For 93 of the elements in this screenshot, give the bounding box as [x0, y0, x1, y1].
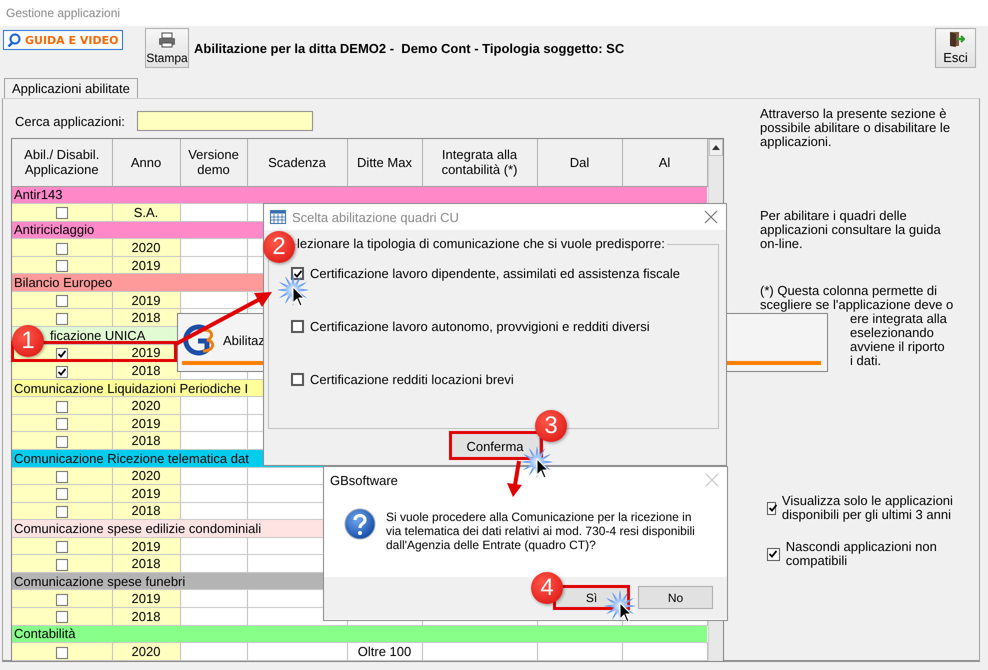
- table-cell: 2020: [112, 396, 180, 414]
- table-cell: 2019: [112, 414, 180, 432]
- group-title: Comunicazione Liquidazioni Periodiche I: [14, 380, 248, 396]
- checkbox-label: Visualizza solo le applicazioni disponibili per gli ultimi 3 anni: [782, 494, 954, 522]
- dialog-button[interactable]: No: [638, 586, 713, 609]
- checkbox[interactable]: [56, 295, 68, 308]
- group-title: Bilancio Europeo: [14, 275, 112, 290]
- note-text: (*) Questa colonna permette di: [760, 284, 938, 298]
- dialog-title: GBsoftware: [330, 472, 398, 488]
- checkbox[interactable]: [56, 558, 68, 571]
- column-header: Integrata alla contabilità (*): [422, 139, 537, 186]
- search-field[interactable]: [136, 111, 313, 131]
- table-cell: 2019: [112, 256, 180, 274]
- group-title: Comunicazione spese funebri: [14, 574, 186, 589]
- group-title: Comunicazione Ricezione telematica dat: [14, 450, 249, 466]
- group-title: Antir143: [14, 187, 62, 202]
- table-cell: 2018: [112, 308, 180, 327]
- checkbox[interactable]: [291, 373, 304, 386]
- search-label: Cerca applicazioni:: [15, 114, 125, 128]
- checkbox[interactable]: [56, 400, 68, 413]
- tab[interactable]: Applicazioni abilitate: [4, 78, 138, 98]
- checkbox-label: Nascondi applicazioni non compatibili: [786, 540, 938, 568]
- question-icon: [344, 508, 376, 540]
- table-cell: 2018: [112, 554, 180, 572]
- checkbox[interactable]: [56, 488, 68, 500]
- checkbox-label: Certificazione lavoro dipendente, assimilati ed assistenza fiscale: [310, 265, 681, 282]
- column-header: Ditte Max: [347, 139, 422, 186]
- table-cell: 2019: [112, 590, 180, 608]
- note-text: i dati.: [849, 354, 882, 368]
- group-title: Contabilità: [14, 626, 76, 642]
- table-cell: 2020: [112, 238, 180, 256]
- table-cell: 2019: [112, 291, 180, 309]
- column-header: Scadenza: [247, 139, 347, 186]
- table-cell: 2020: [112, 642, 180, 660]
- checkbox[interactable]: [56, 418, 68, 430]
- checkbox[interactable]: [56, 436, 68, 448]
- table-cell: S.A.: [112, 204, 180, 222]
- info-paragraph: Attraverso la presente sezione è possibile abilitare o disabilitare le applicazioni.: [760, 107, 952, 149]
- print-button[interactable]: Stampa: [145, 28, 189, 68]
- checkbox[interactable]: [767, 502, 776, 515]
- exit-button[interactable]: Esci: [935, 28, 976, 68]
- group-title: ficazione UNICA: [50, 328, 146, 343]
- checkbox[interactable]: [56, 470, 68, 483]
- checkbox-label: Certificazione lavoro autonomo, provvigioni e redditi diversi: [310, 318, 651, 335]
- table-icon: [270, 210, 286, 224]
- search-icon: [7, 33, 21, 47]
- column-header: Versione demo: [180, 139, 247, 186]
- checkbox[interactable]: [56, 506, 68, 518]
- table-cell: 2019: [112, 537, 180, 555]
- column-header: Anno: [112, 139, 180, 186]
- column-header: Abil./ Disabil. Applicazione: [12, 139, 112, 186]
- checkbox[interactable]: [56, 646, 68, 659]
- info-paragraph: Per abilitare i quadri delle applicazioni consultare la guida on-line.: [760, 209, 942, 251]
- note-text: scegliere se l'applicazione deve o: [760, 298, 954, 312]
- table-cell: 2018: [112, 608, 180, 626]
- table-cell: 2020: [112, 467, 180, 485]
- checkbox[interactable]: [291, 267, 304, 280]
- table-cell: 2019: [112, 484, 180, 502]
- up-arrow-icon: [712, 145, 720, 150]
- arrow: [507, 460, 522, 497]
- close-icon[interactable]: [704, 210, 718, 224]
- logo-icon: [181, 324, 215, 356]
- checkbox[interactable]: [56, 242, 68, 255]
- table-cell: 2018: [112, 432, 180, 450]
- popup-text: Abilitaz: [223, 333, 265, 348]
- checkbox[interactable]: [56, 366, 68, 378]
- window-title: Gestione applicazioni: [0, 0, 988, 26]
- dialog-message: Si vuole procedere alla Comunicazione per la ricezione in via telematica dei dati relativi ai mod. 730-4 resi disponibili dall'Agenzia delle Entrate (quadro CT)?: [386, 510, 696, 554]
- checkbox[interactable]: [56, 541, 68, 554]
- scroll-up-button[interactable]: [708, 139, 723, 156]
- checkbox[interactable]: [56, 594, 68, 606]
- table-cell: 2018: [112, 502, 180, 520]
- dialog-title: Scelta abilitazione quadri CU: [292, 210, 459, 224]
- checkbox[interactable]: [767, 548, 780, 561]
- note-text: ere integrata alla: [850, 312, 948, 326]
- table-cell: Oltre 100: [347, 642, 422, 660]
- checkbox[interactable]: [56, 312, 68, 325]
- checkbox[interactable]: [56, 611, 68, 624]
- checkbox[interactable]: [56, 207, 68, 220]
- group-title: Comunicazione spese edilizie condominiali: [14, 521, 262, 536]
- note-text: eselezionando: [849, 326, 935, 340]
- page-heading: Abilitazione per la ditta DEMO2 - Demo Cont - Tipologia soggetto: SC: [194, 41, 624, 56]
- table-cell: 2018: [112, 362, 180, 380]
- checkbox[interactable]: [56, 260, 68, 272]
- note-text: avviene il riporto: [849, 340, 946, 354]
- checkbox[interactable]: [56, 348, 68, 360]
- group-title: Antiriciclaggio: [14, 222, 94, 238]
- printer-icon: [158, 32, 176, 48]
- checkbox[interactable]: [291, 320, 304, 333]
- checkbox-label: Certificazione redditi locazioni brevi: [310, 371, 515, 388]
- group-legend: lezionare la tipologia di comunicazione che si vuole predisporre:: [297, 236, 667, 251]
- column-header: Dal: [537, 139, 622, 186]
- column-header: Al: [622, 139, 707, 186]
